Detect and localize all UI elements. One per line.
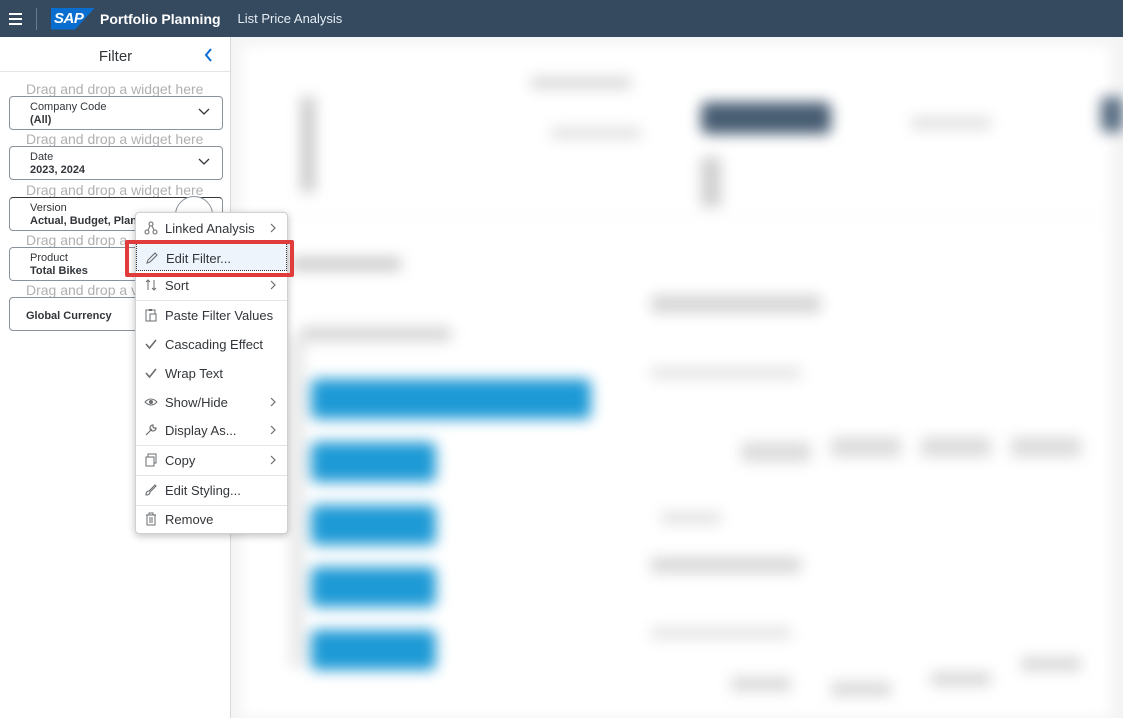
menu-item-cascading-effect[interactable]: Cascading Effect — [136, 330, 287, 358]
filter-label: Company Code — [30, 101, 107, 113]
sap-logo-text: SAP — [54, 10, 84, 27]
menu-item-label: Paste Filter Values — [165, 308, 274, 323]
menu-item-linked-analysis[interactable]: Linked Analysis — [136, 214, 287, 242]
menu-item-show-hide[interactable]: Show/Hide — [136, 388, 287, 416]
menu-item-label: Show/Hide — [165, 395, 228, 410]
filter-date[interactable]: Date 2023, 2024 — [9, 146, 223, 180]
menu-item-label: Wrap Text — [165, 366, 224, 381]
checkmark-icon — [145, 368, 157, 379]
filter-label: Date — [30, 151, 54, 163]
shell-bar: SAP Portfolio Planning List Price Analys… — [0, 0, 1123, 37]
sap-logo[interactable]: SAP — [51, 7, 95, 30]
trash-icon — [146, 512, 156, 526]
menu-item-label: Display As... — [165, 423, 237, 438]
chevron-down-icon[interactable] — [198, 108, 210, 116]
menu-item-label: Copy — [165, 453, 196, 468]
sort-icon — [145, 279, 157, 291]
filter-company-code[interactable]: Company Code (All) — [9, 96, 223, 130]
filter-value: Total Bikes — [30, 265, 88, 277]
filter-panel-header: Filter — [0, 37, 230, 72]
menu-item-display-as[interactable]: Display As... — [136, 416, 287, 444]
chevron-right-icon — [270, 280, 276, 290]
copy-icon — [145, 453, 157, 467]
menu-item-label: Remove — [165, 512, 214, 527]
app-title[interactable]: Portfolio Planning — [100, 11, 221, 27]
paint-brush-icon — [145, 484, 157, 496]
menu-item-label: Linked Analysis — [165, 221, 255, 236]
chevron-right-icon — [270, 397, 276, 407]
menu-item-remove[interactable]: Remove — [136, 505, 287, 533]
chevron-right-icon — [270, 425, 276, 435]
filter-value: (All) — [30, 114, 52, 126]
chevron-right-icon — [270, 223, 276, 233]
menu-item-paste-filter-values[interactable]: Paste Filter Values — [136, 301, 287, 329]
filter-panel-title: Filter — [98, 48, 133, 65]
linked-analysis-icon — [144, 221, 158, 235]
filter-label: Version — [30, 202, 67, 214]
story-title: List Price Analysis — [237, 11, 343, 26]
drop-zone-hint: Drag and drop a widget here — [26, 81, 204, 97]
story-canvas — [231, 37, 1123, 718]
drop-zone-hint: Drag and drop a widget here — [26, 182, 204, 198]
highlight-frame — [125, 240, 294, 277]
filter-value: 2023, 2024 — [30, 164, 86, 176]
menu-item-label: Cascading Effect — [165, 337, 264, 352]
menu-item-label: Edit Styling... — [165, 483, 241, 498]
drop-zone-hint: Drag and drop a v — [26, 282, 139, 298]
drop-zone-hint: Drag and drop a — [26, 232, 128, 248]
menu-item-edit-styling[interactable]: Edit Styling... — [136, 476, 287, 504]
hamburger-menu-icon[interactable] — [0, 0, 30, 37]
chevron-left-icon[interactable] — [203, 48, 215, 62]
shell-divider — [36, 7, 37, 30]
drop-zone-hint: Drag and drop a widget here — [26, 131, 204, 147]
chevron-down-icon[interactable] — [198, 158, 210, 166]
menu-item-copy[interactable]: Copy — [136, 446, 287, 474]
filter-value: Global Currency — [26, 310, 112, 322]
menu-item-wrap-text[interactable]: Wrap Text — [136, 359, 287, 387]
wrench-icon — [145, 424, 157, 436]
filter-value: Actual, Budget, Plan — [30, 215, 137, 227]
blurred-dashboard — [231, 37, 1123, 718]
eye-icon — [144, 398, 158, 406]
checkmark-icon — [145, 339, 157, 350]
filter-label: Product — [30, 252, 68, 264]
paste-icon — [145, 309, 157, 322]
chevron-right-icon — [270, 455, 276, 465]
menu-item-label: Sort — [165, 278, 189, 293]
